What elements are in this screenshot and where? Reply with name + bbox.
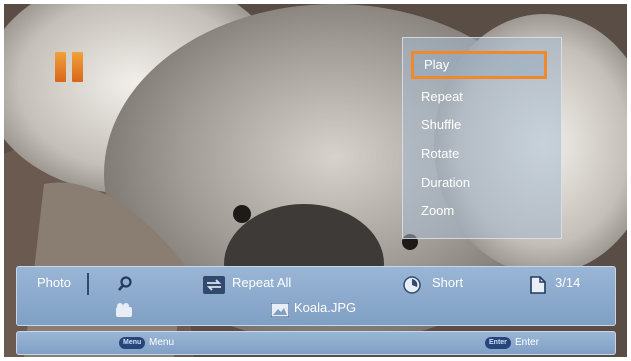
menu-item-zoom[interactable]: Zoom	[411, 197, 547, 225]
image-file-icon	[270, 302, 290, 322]
pause-icon	[55, 52, 85, 82]
menu-hint: Menu	[149, 337, 175, 348]
item-counter: 3/14	[555, 275, 581, 290]
menu-item-shuffle[interactable]: Shuffle	[411, 111, 547, 139]
menu-item-rotate[interactable]: Rotate	[411, 140, 547, 168]
category-label: Photo	[37, 275, 71, 290]
repeat-mode: Repeat All	[232, 275, 292, 290]
enter-hint: Enter	[515, 337, 539, 348]
file-name: Koala.JPG	[294, 300, 357, 315]
info-bar: Photo Repeat All Short 3/14 Koala.JPG	[16, 266, 616, 326]
enter-key-badge: Enter	[485, 337, 511, 349]
music-icon	[115, 302, 133, 323]
duration-value: Short	[432, 275, 464, 290]
search-icon[interactable]	[117, 276, 133, 297]
options-menu: Play Repeat Shuffle Rotate Duration Zoom	[402, 37, 562, 239]
photo-viewer-screen: Play Repeat Shuffle Rotate Duration Zoom…	[0, 0, 631, 361]
repeat-icon	[203, 276, 225, 299]
timer-icon	[403, 276, 421, 299]
menu-item-repeat[interactable]: Repeat	[411, 83, 547, 111]
divider	[87, 273, 89, 295]
menu-item-play[interactable]: Play	[411, 51, 547, 79]
menu-item-duration[interactable]: Duration	[411, 169, 547, 197]
page-icon	[530, 276, 546, 299]
help-bar: Menu Menu Enter Enter	[16, 331, 616, 355]
menu-key-badge: Menu	[119, 337, 146, 349]
